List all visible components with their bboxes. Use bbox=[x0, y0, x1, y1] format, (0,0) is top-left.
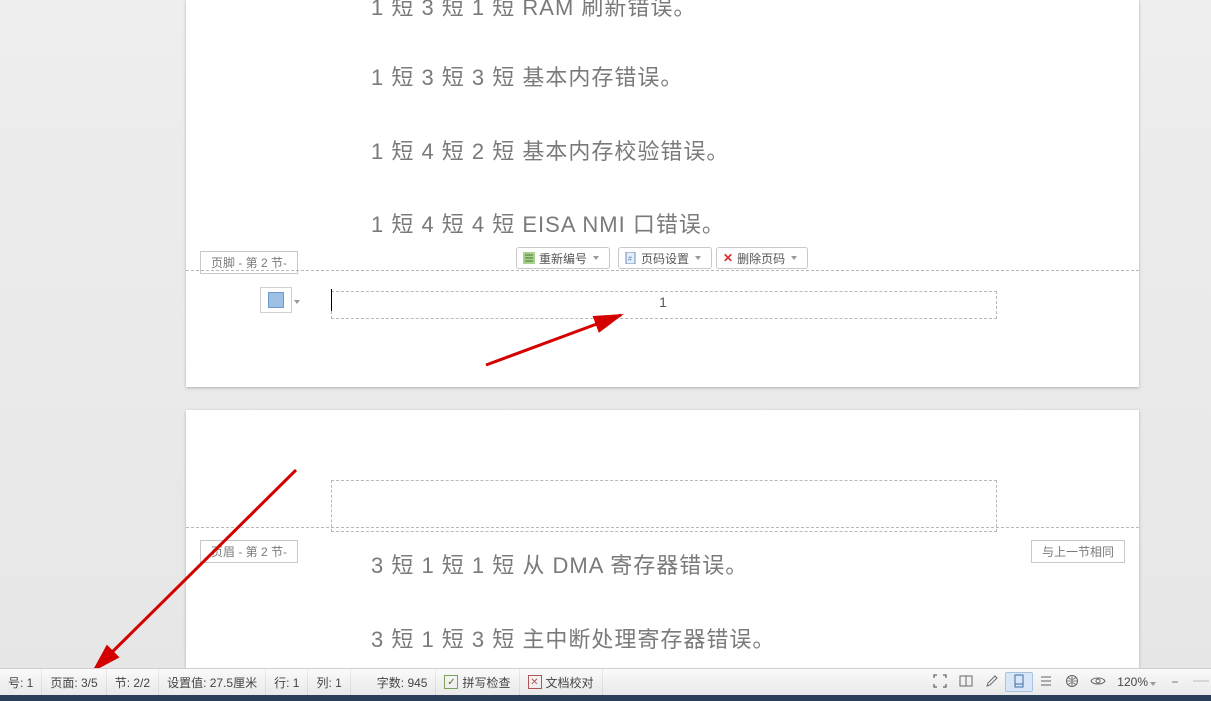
web-view-button[interactable] bbox=[1059, 673, 1085, 691]
close-icon: ✕ bbox=[723, 252, 733, 264]
proofread-label: 文档校对 bbox=[546, 674, 594, 691]
page-icon bbox=[268, 292, 284, 308]
pagecode-delete-label: 删除页码 bbox=[737, 250, 785, 267]
svg-text:#: # bbox=[628, 256, 632, 263]
pagecode-settings-button[interactable]: # 页码设置 bbox=[618, 247, 712, 269]
pagecode-delete-button[interactable]: ✕ 删除页码 bbox=[716, 247, 808, 269]
paragraph: 3 短 1 短 1 短 从 DMA 寄存器错误。 bbox=[371, 548, 748, 580]
edit-view-button[interactable] bbox=[979, 673, 1005, 691]
footer-page-number[interactable]: 1 bbox=[331, 294, 995, 310]
chevron-down-icon bbox=[593, 256, 599, 260]
status-leading[interactable]: 号: 1 bbox=[0, 669, 42, 695]
chevron-down-icon bbox=[791, 256, 797, 260]
pagecode-settings-label: 页码设置 bbox=[641, 250, 689, 267]
chevron-down-icon bbox=[294, 300, 300, 304]
taskbar-sliver bbox=[0, 695, 1211, 701]
minus-icon: − bbox=[1167, 674, 1183, 690]
page-view-button[interactable] bbox=[1005, 672, 1033, 692]
outline-icon bbox=[1038, 673, 1054, 689]
annotation-arrow bbox=[486, 310, 636, 375]
footer-divider bbox=[186, 270, 1139, 271]
document-page-2: 页眉 - 第 2 节- 与上一节相同 3 短 1 短 1 短 从 DMA 寄存器… bbox=[186, 410, 1139, 668]
outline-view-button[interactable] bbox=[1033, 673, 1059, 691]
fullscreen-button[interactable] bbox=[927, 673, 953, 691]
chevron-down-icon bbox=[1150, 682, 1156, 686]
status-col[interactable]: 列: 1 bbox=[308, 669, 350, 695]
status-bar: 号: 1 页面: 3/5 节: 2/2 设置值: 27.5厘米 行: 1 列: … bbox=[0, 668, 1211, 695]
slider-icon bbox=[1193, 673, 1209, 689]
header-section-tag: 页眉 - 第 2 节- bbox=[200, 540, 298, 563]
zoom-slider[interactable] bbox=[1188, 673, 1211, 691]
status-words[interactable]: 字数: 945 bbox=[369, 669, 437, 695]
page-icon: # bbox=[625, 252, 637, 264]
renumber-label: 重新编号 bbox=[539, 250, 587, 267]
chevron-down-icon bbox=[695, 256, 701, 260]
document-page-1: 1 短 3 短 1 短 RAM 刷新错误。 1 短 3 短 3 短 基本内存错误… bbox=[186, 0, 1139, 387]
paragraph: 3 短 1 短 3 短 主中断处理寄存器错误。 bbox=[371, 622, 775, 654]
reading-view-button[interactable] bbox=[953, 673, 979, 691]
zoom-level[interactable]: 120% bbox=[1111, 675, 1162, 689]
book-icon bbox=[958, 673, 974, 689]
eye-icon bbox=[1090, 673, 1106, 689]
renumber-icon bbox=[523, 252, 535, 264]
page-view-icon bbox=[1011, 673, 1027, 689]
status-section[interactable]: 节: 2/2 bbox=[107, 669, 159, 695]
zoom-value: 120% bbox=[1117, 675, 1148, 689]
status-row[interactable]: 行: 1 bbox=[266, 669, 308, 695]
zoom-out-button[interactable]: − bbox=[1162, 674, 1188, 690]
status-page[interactable]: 页面: 3/5 bbox=[42, 669, 106, 695]
fullscreen-icon bbox=[932, 673, 948, 689]
paragraph: 1 短 3 短 3 短 基本内存错误。 bbox=[371, 60, 683, 92]
globe-icon bbox=[1064, 673, 1080, 689]
header-content-box[interactable] bbox=[331, 480, 997, 532]
x-icon: ✕ bbox=[528, 675, 542, 689]
status-setting[interactable]: 设置值: 27.5厘米 bbox=[159, 669, 266, 695]
paragraph: 1 短 4 短 4 短 EISA NMI 口错误。 bbox=[371, 207, 725, 239]
spellcheck-button[interactable]: ✓ 拼写检查 bbox=[436, 669, 519, 695]
spellcheck-label: 拼写检查 bbox=[462, 674, 510, 691]
annotation-arrow bbox=[86, 465, 316, 690]
eye-view-button[interactable] bbox=[1085, 673, 1111, 691]
paragraph: 1 短 4 短 2 短 基本内存校验错误。 bbox=[371, 134, 729, 166]
footer-edit-region[interactable]: 页脚 - 第 2 节- 重新编号 # 页码设置 ✕ bbox=[186, 245, 1139, 275]
check-icon: ✓ bbox=[444, 675, 458, 689]
same-as-previous-tag: 与上一节相同 bbox=[1031, 540, 1125, 563]
pencil-icon bbox=[984, 673, 1000, 689]
insert-footer-button[interactable] bbox=[260, 287, 292, 313]
proofread-button[interactable]: ✕ 文档校对 bbox=[520, 669, 603, 695]
renumber-button[interactable]: 重新编号 bbox=[516, 247, 610, 269]
header-divider bbox=[186, 527, 1139, 528]
paragraph: 1 短 3 短 1 短 RAM 刷新错误。 bbox=[371, 0, 696, 22]
